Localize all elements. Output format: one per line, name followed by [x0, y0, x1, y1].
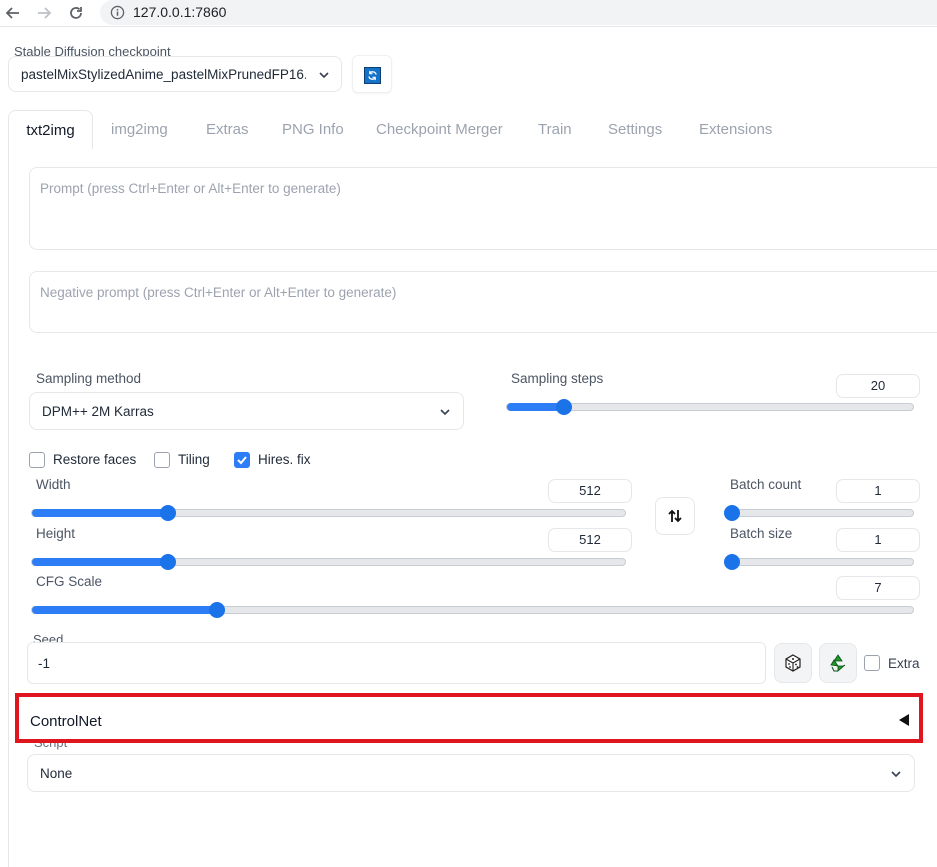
forward-arrow-icon[interactable]	[34, 3, 54, 23]
extra-seed-label: Extra	[888, 656, 920, 671]
slider-fill	[32, 509, 169, 517]
url-text: 127.0.0.1:7860	[133, 4, 227, 20]
back-arrow-icon[interactable]	[3, 3, 23, 23]
browser-toolbar: 127.0.0.1:7860	[0, 0, 937, 27]
cfg-scale-input[interactable]: 7	[836, 576, 920, 600]
script-select[interactable]: None	[27, 754, 915, 792]
reload-icon[interactable]	[66, 3, 86, 23]
batch-size-slider[interactable]	[724, 554, 914, 570]
sampling-method-label: Sampling method	[36, 371, 142, 386]
tab-img2img[interactable]: img2img	[111, 110, 168, 150]
sampling-steps-label: Sampling steps	[511, 371, 604, 386]
extra-seed-checkbox[interactable]	[864, 655, 880, 671]
seed-input[interactable]: -1	[27, 642, 766, 684]
tab-train[interactable]: Train	[538, 110, 572, 150]
seed-value: -1	[38, 656, 51, 671]
reuse-seed-button[interactable]	[819, 643, 857, 683]
prompt-placeholder: Prompt (press Ctrl+Enter or Alt+Enter to…	[40, 181, 341, 196]
slider-thumb[interactable]	[724, 505, 740, 521]
negative-prompt-placeholder: Negative prompt (press Ctrl+Enter or Alt…	[40, 285, 397, 300]
hires-fix-checkbox[interactable]	[234, 452, 250, 468]
batch-size-input[interactable]: 1	[836, 528, 920, 552]
sampling-steps-slider[interactable]	[506, 399, 914, 415]
width-input[interactable]: 512	[548, 479, 632, 503]
tiling-checkbox[interactable]	[154, 452, 170, 468]
hires-fix-label: Hires. fix	[258, 452, 311, 467]
swap-dimensions-icon	[668, 509, 682, 523]
script-value: None	[40, 766, 73, 781]
slider-fill	[32, 606, 217, 614]
tab-png-info[interactable]: PNG Info	[282, 110, 344, 150]
dice-icon	[785, 654, 801, 672]
batch-count-input[interactable]: 1	[836, 479, 920, 503]
cfg-scale-label: CFG Scale	[36, 574, 103, 589]
random-seed-button[interactable]	[774, 643, 812, 683]
slider-thumb[interactable]	[209, 602, 225, 618]
tab-txt2img[interactable]: txt2img	[8, 110, 93, 150]
checkpoint-value: pastelMixStylizedAnime_pastelMixPrunedFP…	[21, 67, 306, 82]
tab-bar: txt2img img2img Extras PNG Info Checkpoi…	[8, 110, 937, 150]
height-input[interactable]: 512	[548, 528, 632, 552]
restore-faces-label: Restore faces	[53, 452, 137, 467]
tab-extensions[interactable]: Extensions	[699, 110, 772, 150]
restore-faces-checkbox[interactable]	[29, 452, 45, 468]
width-label: Width	[36, 477, 71, 492]
sampling-steps-input[interactable]: 20	[836, 374, 920, 398]
chevron-down-icon	[318, 68, 330, 86]
controlnet-accordion[interactable]: ControlNet	[15, 693, 923, 743]
tab-extras[interactable]: Extras	[206, 110, 249, 150]
cfg-scale-slider[interactable]	[31, 602, 914, 618]
batch-count-label: Batch count	[730, 477, 802, 492]
chevron-down-icon	[439, 405, 451, 423]
tab-settings[interactable]: Settings	[608, 110, 662, 150]
height-slider[interactable]	[31, 554, 626, 570]
refresh-checkpoint-button[interactable]	[352, 55, 392, 93]
check-icon	[237, 456, 247, 465]
chevron-down-icon	[890, 767, 902, 785]
sampling-method-select[interactable]: DPM++ 2M Karras	[29, 392, 464, 430]
swap-dimensions-button[interactable]	[655, 497, 695, 535]
width-slider[interactable]	[31, 505, 626, 521]
batch-size-label: Batch size	[730, 526, 793, 541]
recycle-icon	[830, 654, 846, 672]
slider-thumb[interactable]	[724, 554, 740, 570]
controlnet-label: ControlNet	[30, 713, 102, 730]
refresh-icon	[364, 67, 381, 84]
sampling-method-value: DPM++ 2M Karras	[42, 404, 154, 419]
prompt-textarea[interactable]: Prompt (press Ctrl+Enter or Alt+Enter to…	[29, 167, 937, 250]
slider-fill	[32, 558, 169, 566]
batch-count-slider[interactable]	[724, 505, 914, 521]
tiling-label: Tiling	[178, 452, 210, 467]
info-icon[interactable]	[110, 5, 125, 25]
tab-checkpoint-merger[interactable]: Checkpoint Merger	[376, 110, 503, 150]
collapse-arrow-icon[interactable]	[899, 714, 909, 726]
negative-prompt-textarea[interactable]: Negative prompt (press Ctrl+Enter or Alt…	[29, 271, 937, 333]
checkpoint-select[interactable]: pastelMixStylizedAnime_pastelMixPrunedFP…	[8, 56, 342, 92]
height-label: Height	[36, 526, 76, 541]
slider-thumb[interactable]	[555, 399, 572, 415]
